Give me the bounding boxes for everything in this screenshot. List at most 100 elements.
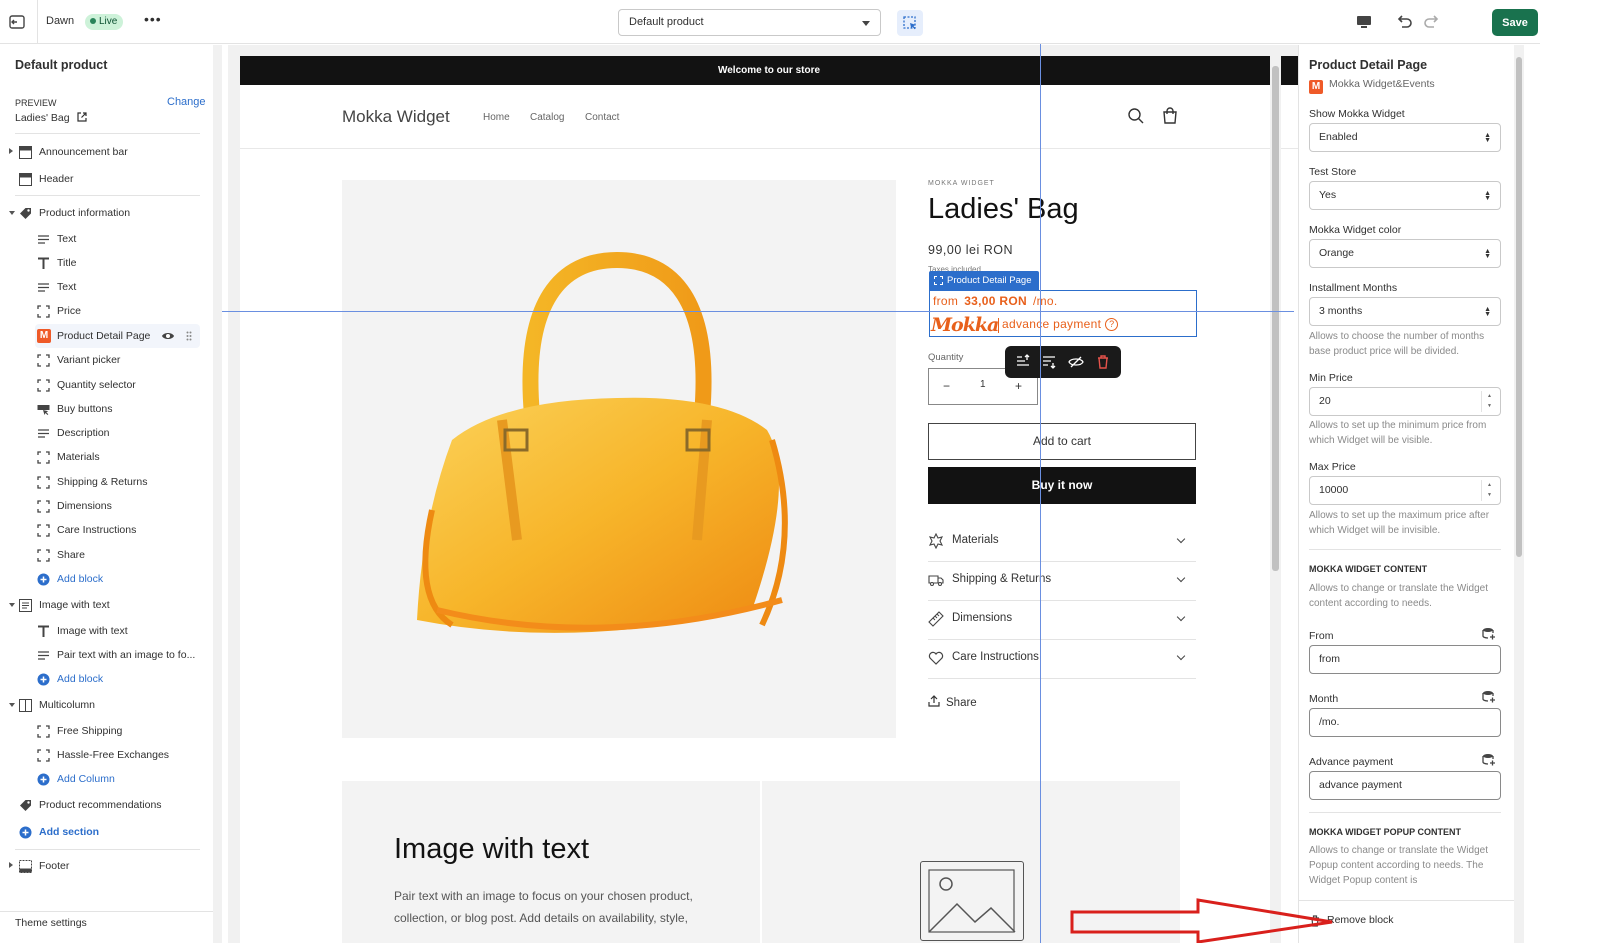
collapse-arrow-icon[interactable] [9,703,15,707]
dynamic-source-icon[interactable] [1482,690,1495,703]
show-widget-select[interactable]: Enabled ▲ ▼ [1309,123,1501,152]
move-up-icon[interactable] [1015,354,1031,370]
accordion-dimensions[interactable]: Dimensions [928,600,1196,640]
block-title[interactable]: Title [0,252,213,274]
block-label: Dimensions [57,500,112,512]
panel-scrollbar[interactable] [1514,45,1524,943]
expand-arrow-icon[interactable] [9,862,13,868]
section-product-information[interactable]: Product information [0,202,213,224]
block-share[interactable]: Share [0,544,213,566]
desktop-preview-icon[interactable] [1354,12,1374,32]
theme-settings-button[interactable]: Theme settings [0,911,214,943]
min-price-input[interactable]: 20 ▲ ▼ [1309,387,1501,416]
dynamic-source-icon[interactable] [1482,627,1495,640]
widget-color-value: Orange [1319,247,1355,259]
number-stepper-icon[interactable]: ▲ ▼ [1481,391,1497,412]
cart-icon[interactable] [1161,107,1179,125]
plus-circle-icon [37,673,50,686]
sidebar-scrollbar[interactable] [213,45,222,943]
mokka-widget[interactable]: from 33,00 RON/mo. Mokka advance payment? [929,290,1197,337]
nav-link-home[interactable]: Home [483,112,510,123]
block-materials[interactable]: Materials [0,446,213,468]
block-text[interactable]: Text [0,228,213,250]
installment-months-select[interactable]: 3 months ▲ ▼ [1309,297,1501,326]
block-label: Share [57,549,86,561]
drag-handle-icon[interactable] [186,331,192,341]
truck-icon [928,575,944,586]
block-text[interactable]: Text [0,276,213,298]
block-quantity-selector[interactable]: Quantity selector [0,374,213,396]
nav-link-catalog[interactable]: Catalog [530,112,564,123]
block-dimensions[interactable]: Dimensions [0,495,213,517]
section-image-with-text[interactable]: Image with text [0,594,213,616]
section-multicolumn[interactable]: Multicolumn [0,694,213,716]
block-image-with-text-heading[interactable]: Image with text [0,620,213,642]
section-header[interactable]: Header [0,168,213,190]
preview-scrollbar[interactable] [1270,56,1281,943]
section-announcement-bar[interactable]: Announcement bar [0,141,213,163]
dynamic-source-icon[interactable] [1482,753,1495,766]
quantity-value[interactable]: 1 [980,379,986,390]
add-to-cart-button[interactable]: Add to cart [928,423,1196,460]
editor-topbar: Dawn Live ••• Default product Save [0,0,1540,44]
add-column-button[interactable]: Add Column [0,768,213,790]
more-actions-button[interactable]: ••• [144,11,162,27]
add-section-button[interactable]: Add section [0,821,213,843]
block-pair-text[interactable]: Pair text with an image to fo... [0,644,213,666]
collapse-arrow-icon[interactable] [9,211,15,215]
block-hassle-free-exchanges[interactable]: Hassle-Free Exchanges [0,744,213,766]
section-layout-icon [19,860,32,873]
scrollbar-thumb[interactable] [1516,57,1522,557]
popup-content-header: MOKKA WIDGET POPUP CONTENT [1309,827,1462,837]
block-product-detail-page[interactable]: M Product Detail Page [0,325,213,347]
store-preview: Welcome to our store Mokka Widget Home C… [228,45,1298,943]
section-footer[interactable]: Footer [0,855,213,877]
block-free-shipping[interactable]: Free Shipping [0,720,213,742]
accordion-materials[interactable]: Materials [928,522,1196,562]
block-buy-buttons[interactable]: Buy buttons [0,398,213,420]
collapse-arrow-icon[interactable] [9,603,15,607]
increase-button[interactable]: + [1015,379,1022,393]
exit-icon[interactable] [8,13,26,31]
template-select[interactable]: Default product [618,9,881,36]
help-circle-icon[interactable]: ? [1105,318,1119,331]
block-description[interactable]: Description [0,422,213,444]
number-stepper-icon[interactable]: ▲ ▼ [1481,480,1497,501]
widget-color-select[interactable]: Orange ▲ ▼ [1309,239,1501,268]
save-button[interactable]: Save [1492,9,1538,36]
section-product-recommendations[interactable]: Product recommendations [0,794,213,816]
change-preview-link[interactable]: Change [167,96,206,108]
announcement-bar[interactable]: Welcome to our store [240,56,1298,85]
advance-payment-input[interactable]: advance payment [1309,771,1501,800]
buy-now-button[interactable]: Buy it now [928,467,1196,504]
month-input[interactable]: /mo. [1309,708,1501,737]
block-variant-picker[interactable]: Variant picker [0,349,213,371]
eye-icon[interactable] [161,330,175,342]
accordion-care-instructions[interactable]: Care Instructions [928,639,1196,679]
inspector-toggle-button[interactable] [897,10,923,36]
add-block-button[interactable]: Add block [0,668,213,690]
nav-link-contact[interactable]: Contact [585,112,619,123]
search-icon[interactable] [1127,107,1145,125]
redo-icon[interactable] [1422,12,1442,32]
share-button[interactable]: Share [928,695,977,709]
from-input[interactable]: from [1309,645,1501,674]
block-shipping-returns[interactable]: Shipping & Returns [0,471,213,493]
accordion-shipping-returns[interactable]: Shipping & Returns [928,561,1196,601]
scrollbar-thumb[interactable] [1272,66,1279,571]
block-price[interactable]: Price [0,300,213,322]
expand-arrow-icon[interactable] [9,148,13,154]
preview-product[interactable]: Ladies' Bag [15,112,88,124]
block-care-instructions[interactable]: Care Instructions [0,519,213,541]
undo-icon[interactable] [1394,12,1414,32]
hide-eye-icon[interactable] [1068,354,1084,370]
test-store-select[interactable]: Yes ▲ ▼ [1309,181,1501,210]
product-image[interactable] [342,180,896,738]
store-logo[interactable]: Mokka Widget [342,107,450,127]
max-price-input[interactable]: 10000 ▲ ▼ [1309,476,1501,505]
move-down-icon[interactable] [1041,354,1057,370]
widget-content-header: MOKKA WIDGET CONTENT [1309,564,1428,574]
add-block-button[interactable]: Add block [0,568,213,590]
delete-trash-icon[interactable] [1095,354,1111,370]
decrease-button[interactable]: − [943,379,950,393]
